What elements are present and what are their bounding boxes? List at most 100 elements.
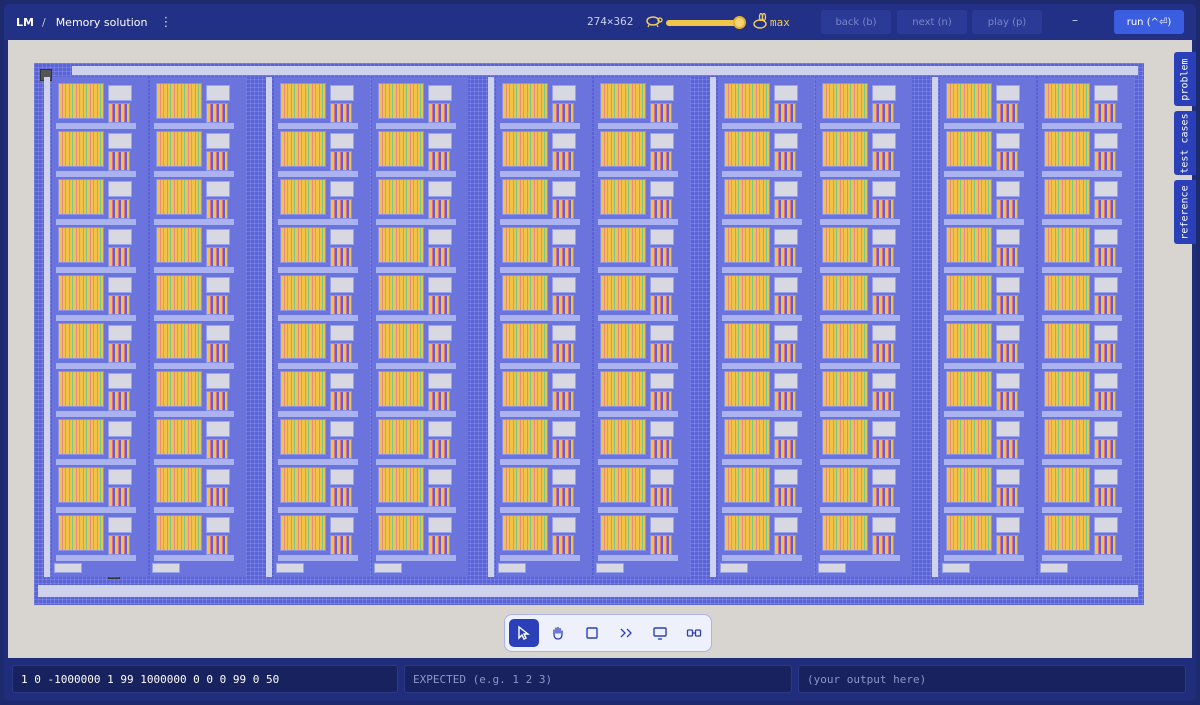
run-button[interactable]: run (^⏎)	[1114, 10, 1184, 34]
data-bus	[278, 411, 358, 417]
memory-cell-small	[206, 247, 228, 267]
data-bus	[376, 219, 456, 225]
brand-logo[interactable]: LM	[16, 16, 34, 29]
page-title[interactable]: Memory solution	[56, 16, 148, 29]
monitor-icon[interactable]	[645, 619, 675, 647]
memory-cell	[156, 371, 202, 407]
memory-cell-small	[872, 535, 894, 555]
memory-cell-small	[872, 199, 894, 219]
column-port	[498, 563, 526, 573]
data-bus	[278, 363, 358, 369]
memory-cell	[822, 323, 868, 359]
data-bus	[820, 219, 900, 225]
memory-cell	[822, 371, 868, 407]
breadcrumb-separator: /	[41, 15, 46, 29]
data-bus	[56, 219, 136, 225]
expected-input[interactable]	[413, 672, 791, 686]
data-bus	[1042, 219, 1122, 225]
memory-slot	[552, 373, 576, 389]
memory-slot	[774, 373, 798, 389]
memory-slot	[330, 517, 354, 533]
wire-icon[interactable]	[611, 619, 641, 647]
memory-slot	[330, 85, 354, 101]
memory-cell-small	[108, 439, 130, 459]
data-bus	[944, 219, 1024, 225]
tab-problem[interactable]: problem	[1174, 52, 1196, 106]
data-bus	[944, 315, 1024, 321]
memory-cell	[378, 419, 424, 455]
workspace-canvas[interactable]	[8, 40, 1192, 658]
memory-slot	[206, 277, 230, 293]
tab-reference[interactable]: reference	[1174, 180, 1196, 244]
memory-slot	[774, 85, 798, 101]
memory-cell-small	[552, 199, 574, 219]
output-input[interactable]	[807, 672, 1185, 686]
memory-cell	[280, 419, 326, 455]
memory-slot	[330, 181, 354, 197]
memory-cell	[600, 419, 646, 455]
memory-cell-small	[650, 199, 672, 219]
expected-field-container	[404, 665, 792, 693]
data-bus	[56, 555, 136, 561]
memory-cell-small	[650, 103, 672, 123]
memory-cell	[156, 131, 202, 167]
data-bus	[154, 363, 234, 369]
pointer-icon[interactable]	[509, 619, 539, 647]
data-bus	[376, 459, 456, 465]
data-bus	[820, 363, 900, 369]
memory-cell-small	[206, 439, 228, 459]
memory-slot	[1094, 325, 1118, 341]
memory-slot	[996, 229, 1020, 245]
memory-slot	[872, 133, 896, 149]
memory-cell	[156, 227, 202, 263]
memory-cell-small	[872, 295, 894, 315]
data-bus	[722, 267, 802, 273]
memory-cell-small	[552, 535, 574, 555]
memory-cell-small	[552, 151, 574, 171]
column-port	[374, 563, 402, 573]
tab-test-cases[interactable]: test cases	[1174, 111, 1196, 175]
data-bus	[1042, 411, 1122, 417]
play-button[interactable]: play (p)	[972, 10, 1042, 34]
memory-cell-small	[774, 391, 796, 411]
data-bus	[56, 315, 136, 321]
hand-icon[interactable]	[543, 619, 573, 647]
memory-cell	[280, 83, 326, 119]
memory-slot	[996, 277, 1020, 293]
memory-cell	[502, 227, 548, 263]
program-input[interactable]	[21, 672, 397, 686]
link-icon[interactable]	[679, 619, 709, 647]
memory-slot	[552, 469, 576, 485]
memory-cell	[946, 323, 992, 359]
square-icon[interactable]	[577, 619, 607, 647]
back-button[interactable]: back (b)	[821, 10, 891, 34]
more-options-icon[interactable]: ⋮	[159, 15, 172, 30]
memory-cell	[58, 179, 104, 215]
memory-cell	[1044, 275, 1090, 311]
circuit-board[interactable]	[34, 63, 1144, 605]
memory-slot	[774, 469, 798, 485]
data-bus	[376, 411, 456, 417]
memory-cell	[600, 227, 646, 263]
memory-cell-small	[206, 151, 228, 171]
column-port	[818, 563, 846, 573]
memory-slot	[996, 325, 1020, 341]
memory-cell	[1044, 323, 1090, 359]
minimize-button[interactable]: –	[1072, 13, 1078, 27]
data-bus	[820, 267, 900, 273]
next-button[interactable]: next (n)	[897, 10, 967, 34]
data-bus	[500, 171, 580, 177]
memory-slot	[650, 85, 674, 101]
memory-cell	[600, 515, 646, 551]
data-bus	[598, 363, 678, 369]
memory-slot	[996, 469, 1020, 485]
memory-cell-small	[206, 103, 228, 123]
data-bus	[500, 267, 580, 273]
speed-slider-handle[interactable]	[733, 16, 746, 29]
memory-cell	[1044, 467, 1090, 503]
data-bus	[500, 219, 580, 225]
memory-cell	[156, 419, 202, 455]
memory-cell	[724, 371, 770, 407]
memory-cell-small	[1094, 199, 1116, 219]
memory-cell	[946, 227, 992, 263]
